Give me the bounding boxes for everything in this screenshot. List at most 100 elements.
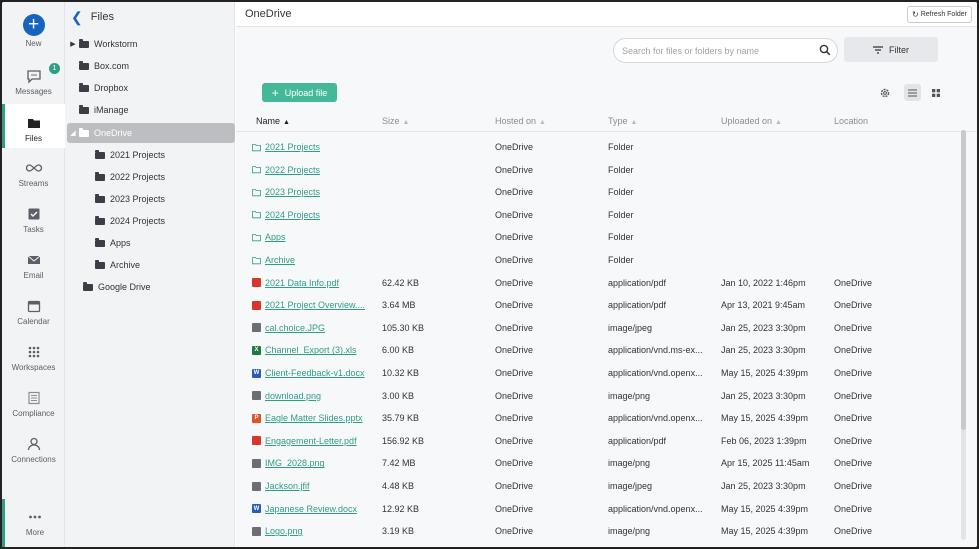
location-cell: OneDrive bbox=[834, 345, 873, 356]
uploaded-on-cell: May 15, 2025 4:39pm bbox=[721, 526, 809, 537]
expand-arrow-icon[interactable]: ▶ bbox=[67, 40, 79, 48]
new-button[interactable]: + New bbox=[2, 14, 65, 48]
table-row[interactable]: IMG_2028.png 7.42 MB OneDrive image/png Apr … bbox=[236, 452, 977, 474]
table-row[interactable]: 2023 Projects OneDrive Folder bbox=[236, 181, 977, 203]
tree-node-label: OneDrive bbox=[94, 128, 133, 138]
tree-node-2024-projects[interactable]: 2024 Projects bbox=[65, 211, 233, 231]
rail-item-streams[interactable]: Streams bbox=[2, 160, 65, 188]
table-row[interactable]: X Channel_Export (3).xls 6.00 KB OneDrive ap… bbox=[236, 339, 977, 361]
upload-file-button[interactable]: + Upload file bbox=[262, 83, 337, 102]
scrollbar-thumb[interactable] bbox=[961, 130, 966, 430]
rail-item-email[interactable]: Email bbox=[2, 252, 65, 280]
tree-node-box[interactable]: Box.com bbox=[65, 56, 233, 76]
tree-node-onedrive[interactable]: ◢ OneDrive bbox=[67, 123, 235, 143]
tree-node-label: Google Drive bbox=[98, 282, 151, 292]
column-header-size[interactable]: Size ▲ bbox=[382, 116, 409, 126]
table-row[interactable]: download.png 3.00 KB OneDrive image/png Jan … bbox=[236, 385, 977, 407]
grid-view-button[interactable] bbox=[927, 84, 944, 101]
file-name-link[interactable]: IMG_2028.png bbox=[265, 458, 325, 468]
tree-node-apps[interactable]: Apps bbox=[65, 233, 233, 253]
app-window: + New 1 Messages Files Streams Tasks Ema… bbox=[2, 2, 977, 547]
file-name-link[interactable]: Apps bbox=[265, 232, 286, 242]
file-name-link[interactable]: 2024 Projects bbox=[265, 210, 320, 220]
tree-node-2023-projects[interactable]: 2023 Projects bbox=[65, 189, 233, 209]
file-name-cell: 2021 Data Info.pdf bbox=[252, 278, 378, 288]
folder-icon bbox=[95, 259, 105, 269]
refresh-icon: ↻ bbox=[912, 9, 919, 19]
back-chevron-icon[interactable]: ❮ bbox=[71, 9, 83, 26]
file-name-link[interactable]: cal.choice.JPG bbox=[265, 323, 325, 333]
file-name-link[interactable]: Archive bbox=[265, 255, 295, 265]
table-row[interactable]: Apps OneDrive Folder bbox=[236, 226, 977, 248]
table-row[interactable]: W Client-Feedback-v1.docx 10.32 KB OneDrive… bbox=[236, 362, 977, 384]
file-name-link[interactable]: 2021 Project Overview.... bbox=[265, 300, 365, 310]
tree-node-label: Box.com bbox=[94, 61, 130, 71]
location-cell: OneDrive bbox=[834, 390, 873, 401]
filter-button[interactable]: Filter bbox=[844, 37, 938, 62]
column-header-location[interactable]: Location bbox=[834, 116, 868, 126]
file-type-cell: Folder bbox=[608, 164, 634, 175]
file-name-link[interactable]: Eagle Matter Slides.pptx bbox=[265, 413, 363, 423]
table-row[interactable]: W Japanese Review.docx 12.92 KB OneDrive app… bbox=[236, 498, 977, 520]
table-row[interactable]: 2021 Projects OneDrive Folder bbox=[236, 136, 977, 158]
hosted-on-cell: OneDrive bbox=[495, 300, 534, 311]
tree-node-2022-projects[interactable]: 2022 Projects bbox=[65, 167, 233, 187]
table-row[interactable]: 2021 Data Info.pdf 62.42 KB OneDrive applic… bbox=[236, 272, 977, 294]
collapse-arrow-icon[interactable]: ◢ bbox=[67, 129, 79, 137]
table-row[interactable]: 2024 Projects OneDrive Folder bbox=[236, 204, 977, 226]
column-header-uploaded[interactable]: Uploaded on ▲ bbox=[721, 116, 782, 126]
rail-item-workspaces[interactable]: Workspaces bbox=[2, 344, 65, 372]
list-view-button[interactable] bbox=[904, 84, 921, 101]
tree-node-label: iManage bbox=[94, 105, 129, 115]
file-name-link[interactable]: Engagement-Letter.pdf bbox=[265, 436, 357, 446]
uploaded-on-cell: Jan 25, 2023 3:30pm bbox=[721, 481, 806, 491]
table-row[interactable]: Archive OneDrive Folder bbox=[236, 249, 977, 271]
tree-node-google-drive[interactable]: Google Drive bbox=[65, 277, 233, 297]
rail-item-more[interactable]: More bbox=[2, 499, 65, 547]
file-size-cell: 3.00 KB bbox=[382, 390, 415, 401]
table-row[interactable]: 2022 Projects OneDrive Folder bbox=[236, 159, 977, 181]
file-name-cell: download.png bbox=[252, 391, 378, 401]
tree-node-dropbox[interactable]: Dropbox bbox=[65, 78, 233, 98]
table-row[interactable]: Engagement-Letter.pdf 156.92 KB OneDrive ap… bbox=[236, 430, 977, 452]
file-name-link[interactable]: 2021 Projects bbox=[265, 142, 320, 152]
column-header-hosted[interactable]: Hosted on ▲ bbox=[495, 116, 546, 126]
rail-item-messages[interactable]: 1 Messages bbox=[2, 63, 65, 96]
rail-item-connections[interactable]: Connections bbox=[2, 436, 65, 464]
location-cell: OneDrive bbox=[834, 368, 873, 378]
table-row[interactable]: Logo.png 3.19 KB OneDrive image/png May 15, … bbox=[236, 520, 977, 542]
tree-node-2021-projects[interactable]: 2021 Projects bbox=[65, 145, 233, 165]
file-name-link[interactable]: Japanese Review.docx bbox=[265, 504, 357, 514]
column-header-type[interactable]: Type ▲ bbox=[608, 116, 637, 126]
column-header-name[interactable]: Name ▲ bbox=[256, 116, 290, 126]
file-name-link[interactable]: Channel_Export (3).xls bbox=[265, 345, 357, 355]
rail-item-calendar[interactable]: Calendar bbox=[2, 298, 65, 326]
search-input[interactable] bbox=[613, 38, 838, 63]
table-row[interactable]: cal.choice.JPG 105.30 KB OneDrive image/jpe… bbox=[236, 317, 977, 339]
file-name-link[interactable]: 2022 Projects bbox=[265, 165, 320, 175]
gear-icon[interactable] bbox=[879, 87, 891, 99]
file-type-cell: Folder bbox=[608, 187, 634, 198]
file-name-link[interactable]: Logo.png bbox=[265, 526, 303, 536]
vertical-scrollbar[interactable] bbox=[961, 130, 966, 540]
search-icon[interactable] bbox=[819, 44, 831, 56]
file-name-link[interactable]: Jackson.jfif bbox=[265, 481, 310, 491]
file-name-link[interactable]: Client-Feedback-v1.docx bbox=[265, 368, 365, 378]
tree-node-workstorm[interactable]: ▶ Workstorm bbox=[65, 34, 233, 54]
file-name-link[interactable]: 2021 Data Info.pdf bbox=[265, 278, 339, 288]
rail-item-tasks[interactable]: Tasks bbox=[2, 206, 65, 234]
rail-item-compliance[interactable]: Compliance bbox=[2, 390, 65, 418]
file-size-cell: 156.92 KB bbox=[382, 435, 425, 446]
table-row[interactable]: 2021 Project Overview.... 3.64 MB OneDrive… bbox=[236, 294, 977, 316]
tree-node-archive[interactable]: Archive bbox=[65, 255, 233, 275]
table-row[interactable]: Jackson.jfif 4.48 KB OneDrive image/jpeg Jan… bbox=[236, 475, 977, 497]
checkbox-icon bbox=[28, 208, 39, 220]
tree-node-imanage[interactable]: iManage bbox=[65, 100, 233, 120]
file-name-link[interactable]: download.png bbox=[265, 391, 321, 401]
table-row[interactable]: P Eagle Matter Slides.pptx 35.79 KB OneDriv… bbox=[236, 407, 977, 429]
file-name-link[interactable]: 2023 Projects bbox=[265, 187, 320, 197]
rail-item-files[interactable]: Files bbox=[2, 104, 65, 148]
refresh-folder-button[interactable]: ↻ Refresh Folder bbox=[907, 5, 972, 23]
file-type-cell: image/png bbox=[608, 390, 651, 401]
sort-icon: ▲ bbox=[402, 119, 410, 126]
